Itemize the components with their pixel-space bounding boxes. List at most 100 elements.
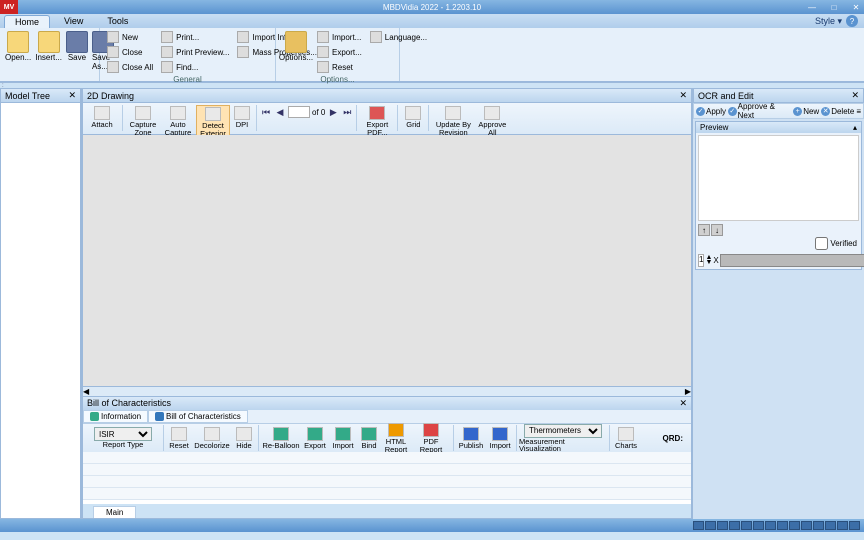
- status-pane-9[interactable]: [789, 521, 800, 530]
- boc-tab-bill[interactable]: Bill of Characteristics: [148, 410, 248, 423]
- reset-options-button[interactable]: Reset: [314, 60, 365, 74]
- status-pane-4[interactable]: [729, 521, 740, 530]
- app-title: MBDVidia 2022 - 1.2203.10: [383, 3, 481, 12]
- close-all-button[interactable]: Close All: [104, 60, 156, 74]
- tag-field[interactable]: [720, 254, 864, 267]
- publish-button[interactable]: Publish: [456, 426, 486, 451]
- help-button[interactable]: ?: [846, 15, 858, 27]
- ocr-close[interactable]: ✕: [851, 90, 859, 101]
- status-pane-10[interactable]: [801, 521, 812, 530]
- model-tree-content[interactable]: [0, 103, 81, 519]
- nav-next[interactable]: ▶: [327, 105, 339, 119]
- boc-tab-information[interactable]: Information: [83, 410, 148, 423]
- page-nav: ⏮ ◀ of 0 ▶ ⏭: [260, 105, 353, 119]
- drawing-canvas[interactable]: [82, 135, 692, 387]
- reset-button[interactable]: Reset: [166, 426, 192, 451]
- boc-grid[interactable]: [83, 452, 691, 504]
- drawing-hscroll[interactable]: ◀▶: [82, 387, 692, 397]
- language-icon: [370, 31, 382, 43]
- dpi-button[interactable]: DPI: [231, 105, 253, 130]
- reballoon-button[interactable]: Re-Balloon: [261, 426, 301, 451]
- capture-zone-button[interactable]: Capture Zone: [126, 105, 160, 137]
- measurement-vis-select[interactable]: Thermometers: [524, 424, 602, 438]
- reballoon-icon: [273, 427, 289, 441]
- close-window-button[interactable]: ✕: [850, 3, 862, 12]
- model-tree-close[interactable]: ✕: [68, 90, 76, 101]
- export-button[interactable]: Export: [301, 426, 329, 451]
- html-report-button[interactable]: HTML Report: [381, 422, 411, 454]
- status-pane-2[interactable]: [705, 521, 716, 530]
- decolorize-button[interactable]: Decolorize: [192, 426, 232, 451]
- preview-up-button[interactable]: ↑: [698, 224, 710, 236]
- maximize-button[interactable]: □: [828, 3, 840, 12]
- open-button[interactable]: Open...: [4, 30, 32, 63]
- attach-icon: [94, 106, 110, 120]
- approve-all-button[interactable]: Approve All: [475, 105, 509, 137]
- status-pane-1[interactable]: [693, 521, 704, 530]
- ocr-menu-button[interactable]: ≡: [856, 107, 861, 116]
- preview-collapse[interactable]: ▴: [853, 123, 857, 132]
- check-icon: ✓: [728, 107, 737, 116]
- nav-prev[interactable]: ◀: [274, 105, 286, 119]
- report-type-select[interactable]: ISIR: [94, 427, 152, 441]
- find-button[interactable]: Find...: [158, 60, 232, 74]
- status-pane-7[interactable]: [765, 521, 776, 530]
- menu-bar: Home View Tools Style ▾ ?: [0, 14, 864, 28]
- auto-capture-icon: [170, 106, 186, 120]
- boc-sheet-main[interactable]: Main: [93, 506, 136, 518]
- insert-button[interactable]: Insert...: [34, 30, 63, 63]
- status-pane-5[interactable]: [741, 521, 752, 530]
- ocr-new-button[interactable]: +New: [793, 107, 819, 116]
- preview-index[interactable]: 1: [698, 254, 704, 267]
- style-dropdown[interactable]: Style ▾: [815, 16, 842, 27]
- status-pane-6[interactable]: [753, 521, 764, 530]
- preview-canvas[interactable]: [698, 135, 859, 221]
- minimize-button[interactable]: —: [806, 3, 818, 12]
- detect-exterior-button[interactable]: Detect Exterior: [196, 105, 230, 139]
- status-pane-13[interactable]: [837, 521, 848, 530]
- status-pane-14[interactable]: [849, 521, 860, 530]
- status-pane-8[interactable]: [777, 521, 788, 530]
- charts-button[interactable]: Charts: [612, 426, 640, 451]
- grid-button[interactable]: Grid: [401, 105, 425, 130]
- options-button[interactable]: Options...: [280, 30, 312, 63]
- status-bar: [0, 519, 864, 532]
- boc-close[interactable]: ✕: [679, 398, 687, 409]
- close-button[interactable]: Close: [104, 45, 156, 59]
- status-pane-11[interactable]: [813, 521, 824, 530]
- info-icon: [90, 412, 99, 421]
- new-button[interactable]: New: [104, 30, 156, 44]
- tab-home[interactable]: Home: [4, 15, 50, 28]
- update-by-revision-button[interactable]: Update By Revision: [432, 105, 474, 137]
- tab-tools[interactable]: Tools: [97, 15, 138, 27]
- pdf-report-button[interactable]: PDF Report: [411, 422, 451, 454]
- print-preview-button[interactable]: Print Preview...: [158, 45, 232, 59]
- attach-button[interactable]: Attach: [85, 105, 119, 130]
- approve-next-button[interactable]: ✓Approve & Next: [728, 102, 791, 120]
- status-pane-3[interactable]: [717, 521, 728, 530]
- tab-view[interactable]: View: [54, 15, 93, 27]
- ocr-delete-button[interactable]: ✕Delete: [821, 107, 854, 116]
- export-pdf-button[interactable]: Export PDF...: [360, 105, 394, 137]
- preview-spin[interactable]: ▲▼: [705, 256, 712, 266]
- import-button[interactable]: Import: [329, 426, 357, 451]
- drawing-close[interactable]: ✕: [679, 90, 687, 101]
- import-options-button[interactable]: Import...: [314, 30, 365, 44]
- language-button[interactable]: Language...: [367, 30, 430, 44]
- export-options-button[interactable]: Export...: [314, 45, 365, 59]
- report-type-label: Report Type: [103, 441, 144, 449]
- nav-last[interactable]: ⏭: [341, 105, 353, 119]
- status-pane-12[interactable]: [825, 521, 836, 530]
- nav-first[interactable]: ⏮: [260, 105, 272, 119]
- auto-capture-button[interactable]: Auto Capture: [161, 105, 195, 137]
- save-button[interactable]: Save: [65, 30, 89, 63]
- hide-button[interactable]: Hide: [232, 426, 256, 451]
- print-button[interactable]: Print...: [158, 30, 232, 44]
- page-input[interactable]: [288, 106, 310, 118]
- apply-button[interactable]: ✓Apply: [696, 107, 726, 116]
- import-ni-button[interactable]: Import: [486, 426, 514, 451]
- preview-down-button[interactable]: ↓: [711, 224, 723, 236]
- bind-button[interactable]: Bind: [357, 426, 381, 451]
- verified-checkbox[interactable]: [815, 237, 828, 250]
- boc-title: Bill of Characteristics: [87, 398, 171, 409]
